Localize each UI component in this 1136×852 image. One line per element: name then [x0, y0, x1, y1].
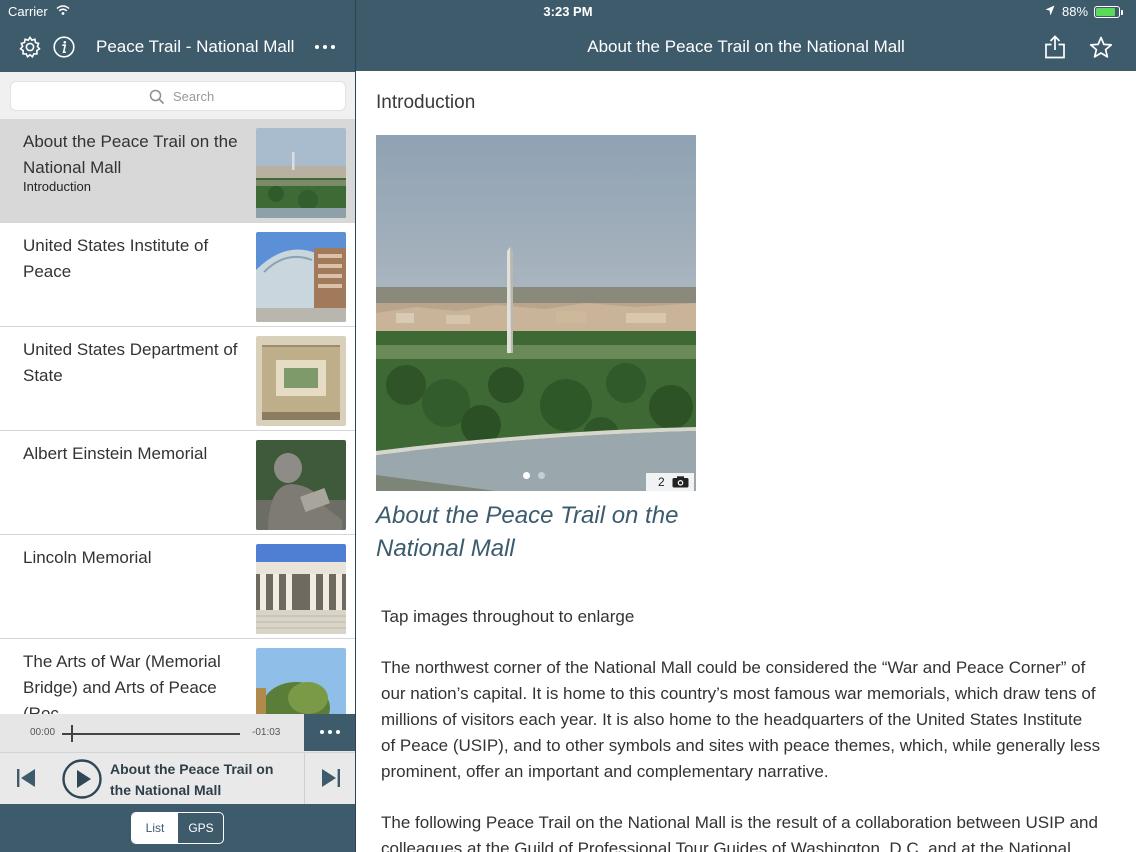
battery-tip	[1121, 10, 1123, 15]
segment-list[interactable]: List	[132, 813, 178, 843]
thumbnail-usip-building	[256, 232, 346, 322]
battery-percent: 88%	[1062, 4, 1089, 19]
list-item[interactable]: United States Department of State	[0, 327, 355, 431]
share-icon[interactable]	[1044, 35, 1066, 59]
remaining-time: -01:03	[252, 727, 281, 738]
list-item-title: United States Department of State	[23, 340, 238, 385]
status-bar: Carrier 3:23 PM 88%	[0, 0, 1136, 24]
washington-monument-photo	[376, 135, 696, 491]
elapsed-time: 00:00	[30, 727, 56, 738]
article-heading: About the Peace Trail on the National Ma…	[376, 502, 679, 562]
now-playing-title: About the Peace Trail on the National Ma…	[110, 761, 274, 798]
list-item-subtitle: Introduction	[23, 179, 91, 194]
page-indicator-inactive	[538, 472, 545, 479]
paragraph: Tap images throughout to enlarge	[381, 607, 635, 626]
search-placeholder: Search	[173, 89, 215, 104]
more-icon[interactable]	[313, 36, 337, 58]
list-item-title: The Arts of War (Memorial Bridge) and Ar…	[23, 652, 221, 714]
section-label: Introduction	[376, 92, 476, 113]
photo-count-badge[interactable]: 2	[646, 473, 694, 491]
sidebar-title: Peace Trail - National Mall	[96, 37, 295, 56]
skip-back-icon[interactable]	[14, 766, 38, 790]
player-controls: About the Peace Trail on the National Ma…	[0, 752, 355, 805]
list-item-title: Albert Einstein Memorial	[23, 444, 208, 463]
play-icon[interactable]	[62, 759, 102, 799]
list-item[interactable]: United States Institute of Peace	[0, 223, 355, 327]
list-item[interactable]: The Arts of War (Memorial Bridge) and Ar…	[0, 639, 355, 714]
thumbnail-arts-of-war	[256, 648, 346, 714]
more-icon	[320, 730, 340, 734]
battery-icon	[1094, 6, 1120, 18]
camera-icon	[672, 476, 689, 488]
sidebar: Peace Trail - National Mall Search About…	[0, 0, 355, 852]
list-item-title: Lincoln Memorial	[23, 548, 152, 567]
list-item[interactable]: Lincoln Memorial	[0, 535, 355, 639]
detail-pane: About the Peace Trail on the National Ma…	[356, 0, 1136, 852]
gear-icon[interactable]	[19, 36, 41, 58]
list-item-title: About the Peace Trail on the National Ma…	[23, 132, 238, 177]
skip-forward-button[interactable]	[304, 753, 355, 805]
trail-list: Search About the Peace Trail on the Nati…	[0, 72, 355, 714]
sidebar-navbar: Peace Trail - National Mall	[0, 24, 355, 71]
detail-content: Introduction 2 About the Peace Trail on …	[356, 71, 1136, 852]
list-item[interactable]: About the Peace Trail on the National Ma…	[0, 119, 355, 223]
audio-player: 00:00 -01:03 About the Peace Trail on th…	[0, 714, 355, 805]
player-more-button[interactable]	[304, 714, 355, 751]
info-icon[interactable]	[53, 36, 75, 58]
star-icon[interactable]	[1089, 36, 1113, 59]
location-arrow-icon	[1045, 5, 1055, 16]
search-input[interactable]: Search	[10, 81, 346, 111]
thumbnail-lincoln-memorial	[256, 544, 346, 634]
photo-count: 2	[658, 475, 665, 489]
thumbnail-einstein-statue	[256, 440, 346, 530]
page-indicator-active	[523, 472, 530, 479]
progress-track[interactable]	[62, 733, 240, 735]
thumbnail-national-mall	[256, 128, 346, 218]
thumbnail-state-department	[256, 336, 346, 426]
hero-image[interactable]: 2	[376, 135, 696, 491]
view-segmented-control: List GPS	[131, 812, 224, 844]
detail-nav-title: About the Peace Trail on the National Ma…	[587, 37, 905, 56]
search-bar: Search	[0, 72, 355, 119]
segment-gps[interactable]: GPS	[178, 813, 223, 843]
view-switcher-bar: List GPS	[0, 804, 355, 852]
progress-knob[interactable]	[71, 725, 73, 742]
paragraph: The following Peace Trail on the Nationa…	[381, 813, 1098, 852]
search-icon	[149, 89, 165, 105]
status-time: 3:23 PM	[543, 4, 593, 19]
skip-forward-icon	[322, 769, 340, 787]
list-item-title: United States Institute of Peace	[23, 236, 209, 281]
list-item[interactable]: Albert Einstein Memorial	[0, 431, 355, 535]
paragraph: The northwest corner of the National Mal…	[381, 658, 1101, 781]
